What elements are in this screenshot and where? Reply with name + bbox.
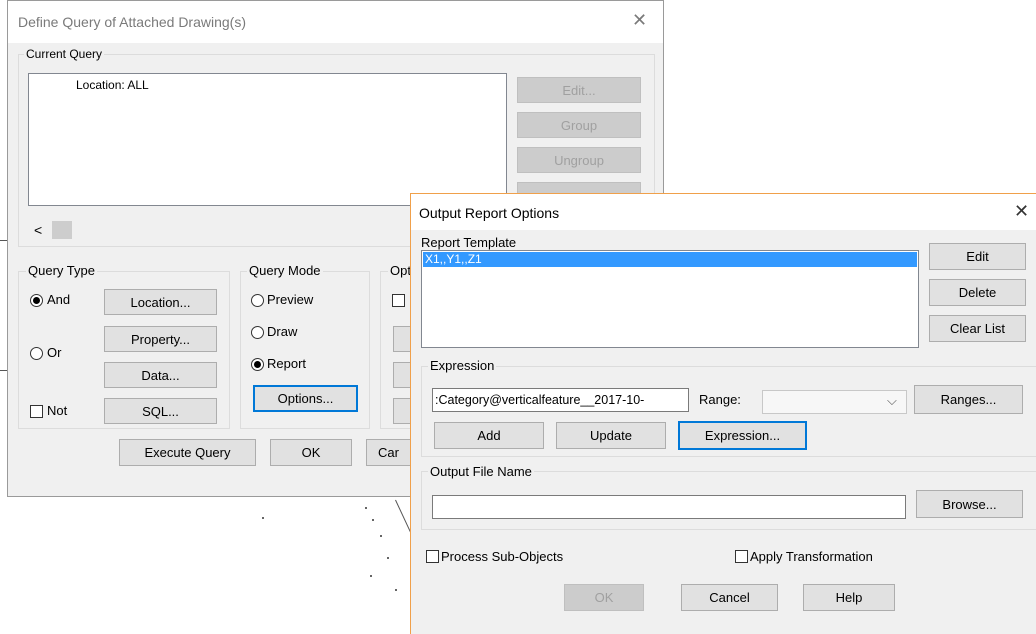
query-type-label: Query Type	[26, 263, 97, 278]
options-checkbox[interactable]	[392, 294, 405, 307]
location-button[interactable]: Location...	[104, 289, 217, 315]
report-radio-label: Report	[267, 356, 307, 371]
template-item-selected[interactable]: X1,,Y1,,Z1	[423, 252, 917, 267]
and-radio[interactable]	[30, 294, 43, 307]
template-delete-button[interactable]: Delete	[929, 279, 1026, 306]
background-drawing-dot	[380, 535, 382, 537]
not-checkbox-label: Not	[47, 403, 68, 418]
template-item-text: X1,,Y1,,Z1	[425, 252, 482, 266]
report-help-button[interactable]: Help	[803, 584, 895, 611]
background-drawing-dot	[372, 519, 374, 521]
background-drawing-dot	[262, 517, 264, 519]
or-radio-label: Or	[47, 345, 62, 360]
sql-button[interactable]: SQL...	[104, 398, 217, 424]
process-sub-objects-checkbox[interactable]	[426, 550, 439, 563]
preview-radio[interactable]	[251, 294, 264, 307]
draw-radio-label: Draw	[267, 324, 298, 339]
output-file-input[interactable]	[432, 495, 906, 519]
background-drawing-dot	[395, 589, 397, 591]
range-label: Range:	[699, 392, 741, 407]
report-dialog-titlebar: Output Report Options ✕	[411, 194, 1036, 230]
close-icon[interactable]: ✕	[1014, 201, 1029, 222]
output-file-label: Output File Name	[428, 464, 534, 479]
execute-query-button[interactable]: Execute Query	[119, 439, 256, 466]
expression-input[interactable]: :Category@verticalfeature__2017-10-	[432, 388, 689, 412]
report-radio[interactable]	[251, 358, 264, 371]
not-checkbox[interactable]	[30, 405, 43, 418]
report-cancel-button[interactable]: Cancel	[681, 584, 778, 611]
background-drawing-dot	[365, 507, 367, 509]
current-query-label: Current Query	[24, 47, 105, 61]
browse-button[interactable]: Browse...	[916, 490, 1023, 518]
background-drawing-dot	[387, 557, 389, 559]
range-select[interactable]: ⌵	[762, 390, 907, 414]
report-template-listbox[interactable]: X1,,Y1,,Z1	[421, 250, 919, 348]
update-button[interactable]: Update	[556, 422, 666, 449]
ranges-button[interactable]: Ranges...	[914, 385, 1023, 414]
clear-list-button[interactable]: Clear List	[929, 315, 1026, 342]
report-dialog: Output Report Options ✕ Report Template …	[410, 193, 1036, 634]
expression-button[interactable]: Expression...	[678, 421, 807, 450]
or-radio[interactable]	[30, 347, 43, 360]
scroll-left-icon[interactable]: <	[34, 222, 42, 238]
query-dialog-titlebar: Define Query of Attached Drawing(s) ✕	[8, 1, 663, 43]
property-button[interactable]: Property...	[104, 326, 217, 352]
expression-label: Expression	[428, 358, 497, 373]
ungroup-button[interactable]: Ungroup	[517, 147, 641, 173]
scrollbar-thumb[interactable]	[52, 221, 72, 239]
apply-transformation-checkbox[interactable]	[735, 550, 748, 563]
query-ok-button[interactable]: OK	[270, 439, 352, 466]
edit-button[interactable]: Edit...	[517, 77, 641, 103]
chevron-down-icon: ⌵	[887, 393, 897, 408]
report-dialog-title: Output Report Options	[419, 205, 560, 221]
process-sub-objects-label: Process Sub-Objects	[441, 549, 564, 564]
report-ok-button[interactable]: OK	[564, 584, 644, 611]
options-button[interactable]: Options...	[253, 385, 358, 412]
query-mode-label: Query Mode	[247, 263, 323, 278]
background-drawing-dot	[370, 575, 372, 577]
group-button[interactable]: Group	[517, 112, 641, 138]
data-button[interactable]: Data...	[104, 362, 217, 388]
expression-input-value: :Category@verticalfeature__2017-10-	[435, 393, 645, 407]
apply-transformation-label: Apply Transformation	[750, 549, 873, 564]
current-query-text: Location: ALL	[76, 78, 149, 92]
draw-radio[interactable]	[251, 326, 264, 339]
query-dialog-title: Define Query of Attached Drawing(s)	[18, 14, 246, 30]
add-button[interactable]: Add	[434, 422, 544, 449]
and-radio-label: And	[47, 292, 71, 307]
report-template-label: Report Template	[421, 235, 517, 250]
preview-radio-label: Preview	[267, 292, 314, 307]
template-edit-button[interactable]: Edit	[929, 243, 1026, 270]
current-query-listbox[interactable]: Location: ALL	[28, 73, 507, 206]
close-icon[interactable]: ✕	[632, 10, 647, 31]
